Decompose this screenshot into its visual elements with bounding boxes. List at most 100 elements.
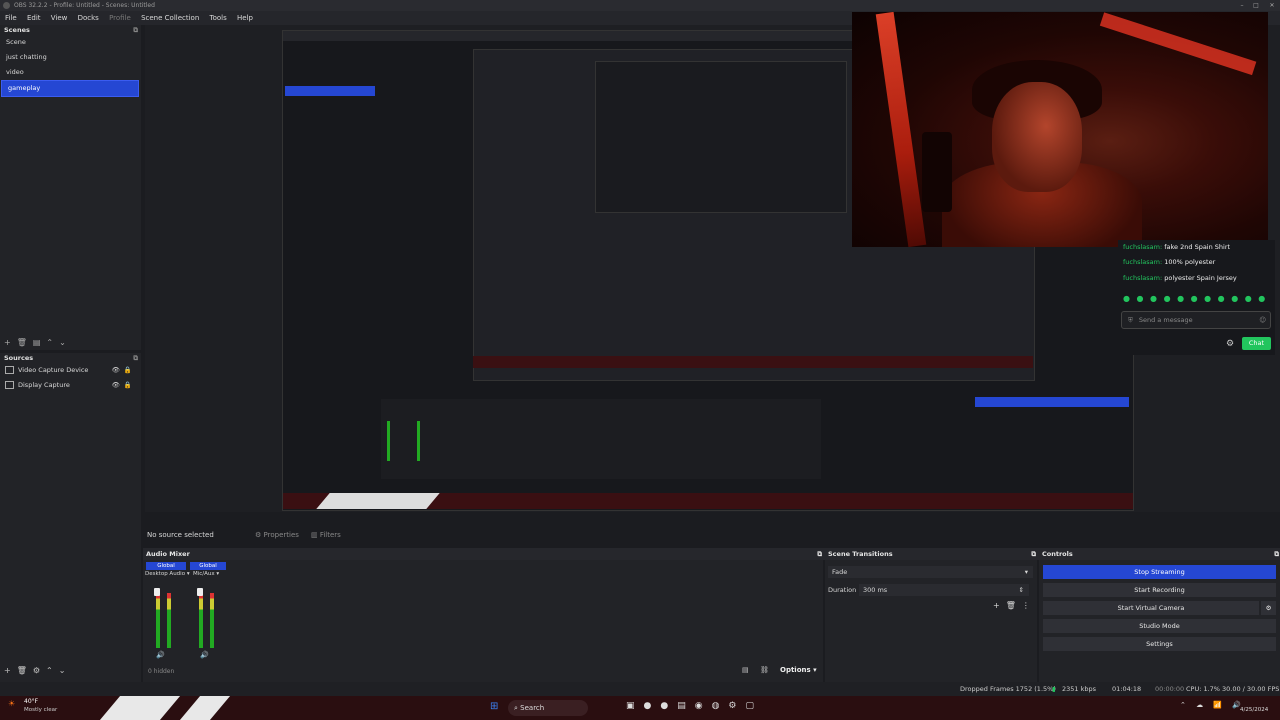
dock-float-icon[interactable]: ⧉ [1274,548,1279,560]
rec-timer: 00:00:00 [1155,685,1185,693]
properties-button[interactable]: ⚙ Properties [255,531,299,539]
source-toolbar: No source selected ⚙ Properties ▥ Filter… [145,528,1280,543]
start-virtual-camera-button[interactable]: Start Virtual Camera [1043,601,1259,615]
taskbar-search-box[interactable]: ⌕ Search [508,700,588,716]
lock-icon[interactable]: 🔒 [124,381,136,389]
search-icon: ⌕ [514,704,518,712]
chat-message: fuchslasam: polyester Spain Jersey [1123,274,1237,282]
obs-logo-icon [3,2,10,9]
scene-item[interactable]: video [0,65,141,80]
start-recording-button[interactable]: Start Recording [1043,583,1276,597]
chat-send-button[interactable]: Chat [1242,337,1271,350]
sources-title: Sources ⧉ [4,353,138,363]
volume-meter [156,593,160,648]
add-icon[interactable]: + [993,601,1006,610]
duration-input[interactable]: 300 ms ⇕ [859,584,1029,596]
volume-fader[interactable] [154,588,160,596]
track-tag: Global [146,562,186,570]
shield-icon: ⛨ [1128,316,1133,324]
chat-settings-gear-icon[interactable]: ⚙ [1226,339,1234,349]
controls-dock: Controls ⧉ Stop Streaming Start Recording… [1039,548,1280,682]
visibility-eye-icon[interactable]: 👁 [112,381,124,389]
up-icon[interactable]: ⌃ [46,338,59,347]
scene-item-selected[interactable]: gameplay [1,80,139,97]
dock-float-icon[interactable]: ⧉ [1031,548,1036,560]
scenes-toolbar: +🗑▤⌃⌄ [0,337,141,349]
speaker-icon[interactable]: 🔊 [200,651,209,659]
visibility-eye-icon[interactable]: 👁 [112,366,124,374]
chat-message: fuchslasam: 100% polyester [1123,258,1216,266]
options-dropdown[interactable]: Options ▾ [780,666,817,674]
signal-icon: ▮ [1052,685,1056,693]
dock-float-icon[interactable]: ⧉ [817,548,822,560]
sources-dock: Sources ⧉ Video Capture Device 👁🔒 Display … [0,353,141,682]
source-item[interactable]: Display Capture 👁🔒 [0,378,141,393]
menu-help[interactable]: Help [237,14,253,22]
maximize-icon[interactable]: □ [1250,0,1262,11]
chat-message-input[interactable]: ⛨ Send a message ☺ [1121,311,1271,329]
up-icon[interactable]: ⌃ [46,666,59,675]
weather-temp[interactable]: 40°F [24,698,38,705]
mixer-bottom-toolbar: +🗑⚙⌃⌄ [4,666,71,675]
menu-scene-collection[interactable]: Scene Collection [141,14,199,22]
transition-type-select[interactable]: Fade ▾ [828,566,1033,578]
more-options-icon[interactable]: ⋮ [1022,601,1036,610]
mixer-link-icon[interactable]: ⛓ [760,666,769,674]
mixer-layout-icon[interactable]: ▤ [742,666,749,674]
volume-fader[interactable] [197,588,203,596]
dock-float-icon[interactable]: ⧉ [133,353,138,363]
controls-title: Controls ⧉ [1039,548,1280,560]
taskbar-date: 4/25/2024 [1240,707,1269,713]
track-name-dropdown[interactable]: Mic/Aux ▾ [193,571,219,577]
source-item[interactable]: Video Capture Device 👁🔒 [0,363,141,378]
taskbar-app-icons[interactable]: ▣●●▤◉◍⚙▢ [626,701,763,711]
scene-transitions-dock: Scene Transitions ⧉ Fade ▾ Duration 300 ms… [825,548,1040,682]
menu-docks[interactable]: Docks [78,14,99,22]
minimize-icon[interactable]: – [1236,0,1248,11]
trash-icon[interactable]: 🗑 [1006,601,1022,610]
scene-item[interactable]: just chatting [0,50,141,65]
menu-profile[interactable]: Profile [109,14,131,22]
stop-streaming-button[interactable]: Stop Streaming [1043,565,1276,579]
emote-row[interactable]: ● ● ● ● ● ● ● ● ● ● ● [1123,294,1267,303]
menu-tools[interactable]: Tools [210,14,227,22]
status-bar: Dropped Frames 1752 (1.5%) ▮ 2351 kbps 0… [0,682,1280,696]
filters-button[interactable]: ▥ Filters [311,531,341,539]
track-name-dropdown[interactable]: Desktop Audio ▾ [145,571,190,577]
windows-start-icon[interactable]: ⊞ [490,701,498,712]
add-icon[interactable]: + [4,338,17,347]
close-icon[interactable]: ✕ [1266,0,1278,11]
settings-button[interactable]: Settings [1043,637,1276,651]
speaker-icon[interactable]: 🔊 [156,651,165,659]
filter-icon[interactable]: ▤ [33,338,47,347]
virtual-camera-settings-gear-icon[interactable]: ⚙ [1261,601,1276,615]
down-icon[interactable]: ⌄ [59,666,72,675]
studio-mode-button[interactable]: Studio Mode [1043,619,1276,633]
add-icon[interactable]: + [4,666,17,675]
down-icon[interactable]: ⌄ [59,338,72,347]
scene-item[interactable]: Scene [0,35,141,50]
menu-edit[interactable]: Edit [27,14,41,22]
gear-icon[interactable]: ⚙ [33,666,46,675]
scenes-dock: Scenes ⧉ Scene just chatting video gamepl… [0,25,141,350]
weather-icon: ☀ [8,699,16,708]
dropped-frames-text: Dropped Frames 1752 (1.5%) [960,685,1056,693]
menu-file[interactable]: File [5,14,17,22]
lock-icon[interactable]: 🔒 [124,366,136,374]
scene-transitions-title: Scene Transitions ⧉ [825,548,1040,560]
audio-mixer-title: Audio Mixer ⧉ [143,548,826,560]
volume-meter [199,593,203,648]
cpu-text: CPU: 1.7% [1186,685,1220,693]
trash-icon[interactable]: 🗑 [17,338,33,347]
emoji-icon[interactable]: ☺ [1259,312,1266,328]
track-tag: Global [190,562,226,570]
system-tray[interactable]: ⌃ ☁ 📶 🔊 [1180,701,1245,709]
volume-meter [210,593,214,648]
hidden-count: 0 hidden [148,668,175,675]
window-title: OBS 32.2.2 - Profile: Untitled - Scenes:… [14,2,155,9]
chat-message: fuchslasam: fake 2nd Spain Shirt [1123,243,1231,251]
volume-meter [167,593,171,648]
menu-view[interactable]: View [51,14,68,22]
trash-icon[interactable]: 🗑 [17,666,33,675]
dock-float-icon[interactable]: ⧉ [133,25,138,35]
